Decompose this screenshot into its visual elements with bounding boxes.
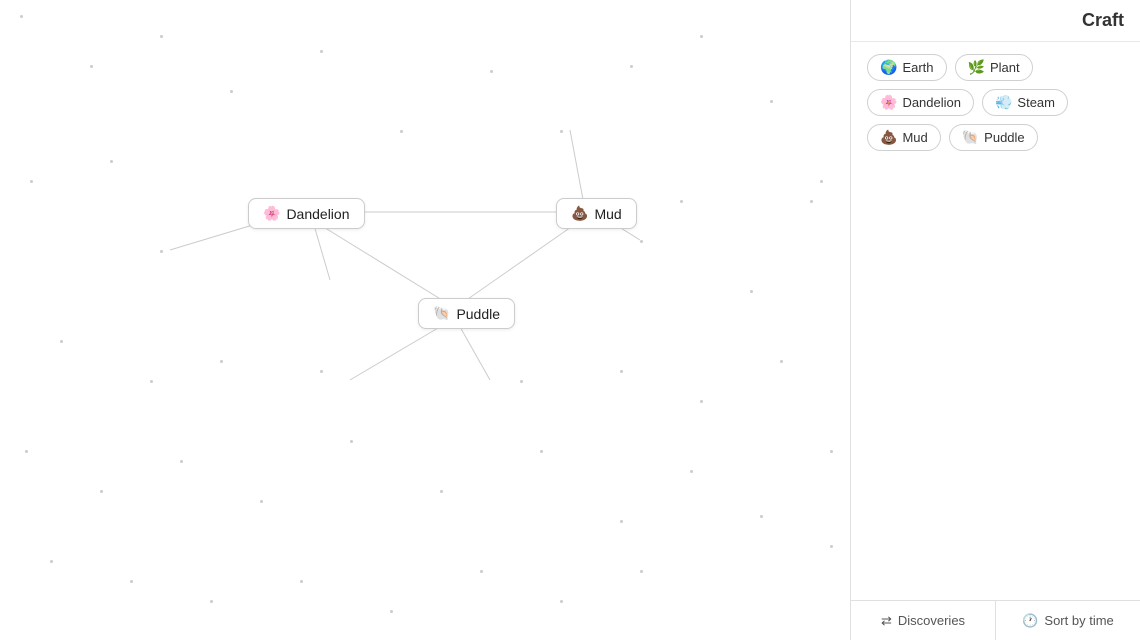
grid-dot [50,560,53,563]
mud-node-label: Mud [594,206,621,222]
grid-dot [20,15,23,18]
dandelion-icon: 🌸 [880,94,897,111]
bottom-tab-discoveries[interactable]: ⇄ Discoveries [851,601,996,640]
grid-dot [160,35,163,38]
grid-dot [630,65,633,68]
grid-dot [690,470,693,473]
discovery-row: 🌸 Dandelion 💨 Steam [867,89,1124,116]
mud-label: Mud [902,130,927,145]
grid-dot [160,250,163,253]
node-mud[interactable]: 💩 Mud [556,198,637,229]
grid-dot [640,570,643,573]
steam-label: Steam [1017,95,1055,110]
node-puddle[interactable]: 🐚 Puddle [418,298,515,329]
grid-dot [100,490,103,493]
grid-dot [220,360,223,363]
bottom-tab-sort-by-time[interactable]: 🕐 Sort by time [996,601,1140,640]
grid-dot [640,240,643,243]
grid-dot [620,520,623,523]
node-dandelion[interactable]: 🌸 Dandelion [248,198,365,229]
grid-dot [540,450,543,453]
dandelion-node-label: Dandelion [286,206,349,222]
grid-dot [680,200,683,203]
plant-icon: 🌿 [968,59,985,76]
discoveries-label: Discoveries [898,613,965,628]
sort-by-time-icon: 🕐 [1022,613,1038,629]
puddle-node-label: Puddle [456,306,500,322]
sidebar: Craft 🌍 Earth 🌿 Plant 🌸 Dandelion 💨 Steam 💩 Mud 🐚 P… [850,0,1140,640]
dandelion-node-icon: 🌸 [263,205,280,222]
grid-dot [520,380,523,383]
grid-dot [230,90,233,93]
grid-dot [300,580,303,583]
grid-dot [480,570,483,573]
grid-dot [560,130,563,133]
earth-label: Earth [902,60,933,75]
discovery-row: 🌍 Earth 🌿 Plant [867,54,1124,81]
grid-dot [760,515,763,518]
discovery-row: 💩 Mud 🐚 Puddle [867,124,1124,151]
grid-dot [30,180,33,183]
discoveries-icon: ⇄ [881,613,892,629]
steam-icon: 💨 [995,94,1012,111]
grid-dot [440,490,443,493]
discovery-chip-earth[interactable]: 🌍 Earth [867,54,947,81]
grid-dot [320,370,323,373]
grid-dot [810,200,813,203]
grid-dot [90,65,93,68]
grid-dot [320,50,323,53]
grid-dot [770,100,773,103]
bottom-bar: ⇄ Discoveries 🕐 Sort by time [851,600,1140,640]
sidebar-title: Craft [851,0,1140,42]
discovery-chip-puddle[interactable]: 🐚 Puddle [949,124,1038,151]
grid-dot [180,460,183,463]
grid-dot [60,340,63,343]
puddle-node-icon: 🐚 [433,305,450,322]
grid-dot [780,360,783,363]
grid-dot [350,440,353,443]
mud-icon: 💩 [880,129,897,146]
grid-dot [490,70,493,73]
grid-dot [400,130,403,133]
grid-dot [830,545,833,548]
grid-dot [750,290,753,293]
grid-dot [210,600,213,603]
grid-dot [25,450,28,453]
discoveries-content: 🌍 Earth 🌿 Plant 🌸 Dandelion 💨 Steam 💩 Mud 🐚 Puddle [851,42,1140,600]
sort-by-time-label: Sort by time [1044,613,1113,628]
grid-dot [700,400,703,403]
grid-dot [700,35,703,38]
discovery-chip-plant[interactable]: 🌿 Plant [955,54,1033,81]
puddle-label: Puddle [984,130,1024,145]
grid-dot [130,580,133,583]
grid-dot [150,380,153,383]
earth-icon: 🌍 [880,59,897,76]
puddle-icon: 🐚 [962,129,979,146]
discovery-chip-dandelion[interactable]: 🌸 Dandelion [867,89,974,116]
grid-dot [830,450,833,453]
plant-label: Plant [990,60,1020,75]
graph-canvas[interactable]: 🌸 Dandelion 💩 Mud 🐚 Puddle [0,0,850,640]
grid-dot [620,370,623,373]
grid-dot [390,610,393,613]
discovery-chip-mud[interactable]: 💩 Mud [867,124,941,151]
grid-dot [110,160,113,163]
grid-dot [560,600,563,603]
mud-node-icon: 💩 [571,205,588,222]
grid-dot [260,500,263,503]
discovery-chip-steam[interactable]: 💨 Steam [982,89,1068,116]
dandelion-label: Dandelion [902,95,961,110]
grid-dot [820,180,823,183]
